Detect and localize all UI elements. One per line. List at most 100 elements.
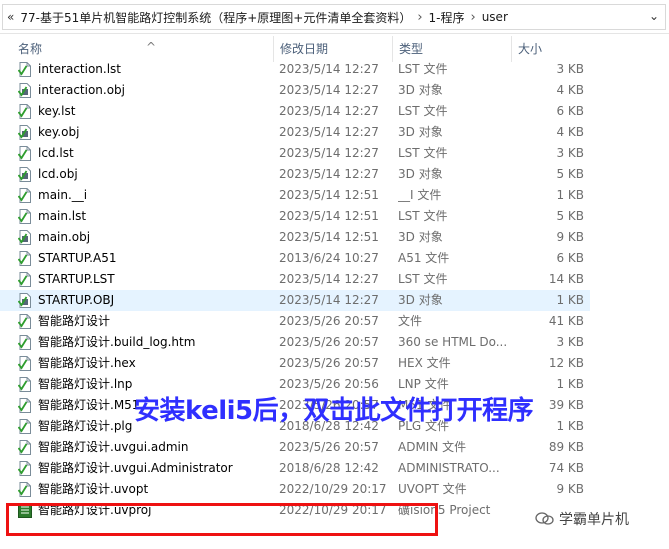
text-file-icon — [17, 251, 32, 266]
file-name: key.lst — [38, 104, 76, 118]
file-row[interactable]: 智能路灯设计.uvopt 2022/10/29 20:17 UVOPT 文件 9 KB — [0, 479, 590, 500]
file-name: interaction.lst — [38, 62, 122, 76]
text-file-icon — [17, 104, 32, 119]
file-row[interactable]: STARTUP.LST 2023/5/14 12:27 LST 文件 14 KB — [0, 269, 590, 290]
file-type: 3D 对象 — [398, 230, 443, 244]
file-type: LST 文件 — [398, 104, 448, 118]
watermark-text: 学霸单片机 — [559, 512, 629, 528]
object-file-icon — [17, 125, 32, 140]
text-file-icon — [17, 188, 32, 203]
file-date: 2023/5/14 12:27 — [279, 83, 379, 97]
text-file-icon — [17, 335, 32, 350]
file-row[interactable]: lcd.lst 2023/5/14 12:27 LST 文件 3 KB — [0, 143, 590, 164]
file-name: main.lst — [38, 209, 87, 223]
file-date: 2022/10/29 20:17 — [279, 482, 387, 496]
column-name-label: 名称 — [18, 42, 43, 56]
file-row[interactable]: STARTUP.A51 2013/6/24 10:27 A51 文件 6 KB — [0, 248, 590, 269]
highlight-box — [6, 503, 438, 536]
text-file-icon — [17, 209, 32, 224]
file-name: main.__i — [38, 188, 88, 202]
breadcrumb-folder[interactable]: 1-程序 — [429, 9, 465, 26]
file-type: HEX 文件 — [398, 356, 451, 370]
file-date: 2023/5/14 12:27 — [279, 272, 379, 286]
file-size: 3 KB — [556, 62, 584, 76]
text-file-icon — [17, 314, 32, 329]
text-file-icon — [17, 482, 32, 497]
file-size: 1 KB — [556, 188, 584, 202]
file-row[interactable]: 智能路灯设计.hex 2023/5/26 20:57 HEX 文件 12 KB — [0, 353, 590, 374]
file-type: 3D 对象 — [398, 83, 443, 97]
file-type: LST 文件 — [398, 272, 448, 286]
file-row[interactable]: main.__i 2023/5/14 12:51 __I 文件 1 KB — [0, 185, 590, 206]
file-size: 74 KB — [548, 461, 584, 475]
file-type: 3D 对象 — [398, 293, 443, 307]
file-row[interactable]: STARTUP.OBJ 2023/5/14 12:27 3D 对象 1 KB — [0, 290, 590, 311]
text-file-icon — [17, 377, 32, 392]
sort-ascending-icon: ^ — [146, 40, 157, 54]
file-date: 2023/5/14 12:27 — [279, 293, 379, 307]
file-type: 3D 对象 — [398, 125, 443, 139]
breadcrumb-separator-icon[interactable]: › — [417, 10, 422, 25]
file-type: __I 文件 — [398, 188, 442, 202]
file-name: lcd.lst — [38, 146, 74, 160]
history-back-icon[interactable]: « — [7, 10, 14, 24]
file-size: 9 KB — [556, 482, 584, 496]
file-row[interactable]: main.lst 2023/5/14 12:51 LST 文件 5 KB — [0, 206, 590, 227]
file-size: 4 KB — [556, 125, 584, 139]
file-date: 2023/5/14 12:27 — [279, 167, 379, 181]
file-date: 2023/5/14 12:27 — [279, 146, 379, 160]
file-size: 89 KB — [548, 440, 584, 454]
text-file-icon — [17, 398, 32, 413]
file-size: 4 KB — [556, 83, 584, 97]
file-row[interactable]: 智能路灯设计 2023/5/26 20:57 文件 41 KB — [0, 311, 590, 332]
file-row[interactable]: lcd.obj 2023/5/14 12:27 3D 对象 5 KB — [0, 164, 590, 185]
file-type: LST 文件 — [398, 209, 448, 223]
file-name: interaction.obj — [38, 83, 126, 97]
file-row[interactable]: interaction.obj 2023/5/14 12:27 3D 对象 4 KB — [0, 80, 590, 101]
text-file-icon — [17, 440, 32, 455]
file-name: STARTUP.A51 — [38, 251, 117, 265]
breadcrumb-folder[interactable]: 77-基于51单片机智能路灯控制系统（程序+原理图+元件清单全套资料） — [20, 9, 411, 26]
file-type: LST 文件 — [398, 62, 448, 76]
file-type: LST 文件 — [398, 146, 448, 160]
file-size: 41 KB — [548, 314, 584, 328]
file-type: 文件 — [398, 314, 423, 328]
file-row[interactable]: main.obj 2023/5/14 12:51 3D 对象 9 KB — [0, 227, 590, 248]
instruction-overlay-text: 安装keli5后，双击此文件打开程序 — [134, 396, 534, 426]
address-field[interactable]: « 77-基于51单片机智能路灯控制系统（程序+原理图+元件清单全套资料） › … — [2, 4, 666, 30]
text-file-icon — [17, 419, 32, 434]
file-type: ADMIN 文件 — [398, 440, 467, 454]
file-type: 3D 对象 — [398, 167, 443, 181]
file-date: 2023/5/26 20:57 — [279, 335, 379, 349]
file-name: 智能路灯设计 — [38, 314, 111, 328]
breadcrumb-folder[interactable]: user — [482, 10, 508, 24]
file-name: 智能路灯设计.uvgui.Administrator — [38, 461, 233, 475]
file-size: 5 KB — [556, 167, 584, 181]
text-file-icon — [17, 62, 32, 77]
file-size: 3 KB — [556, 146, 584, 160]
file-date: 2023/5/14 12:51 — [279, 230, 379, 244]
file-date: 2023/5/14 12:27 — [279, 62, 379, 76]
address-bar: « 77-基于51单片机智能路灯控制系统（程序+原理图+元件清单全套资料） › … — [0, 0, 669, 34]
breadcrumb-separator-icon[interactable]: › — [471, 10, 476, 25]
column-date-label: 修改日期 — [280, 42, 329, 56]
file-row[interactable]: key.lst 2023/5/14 12:27 LST 文件 6 KB — [0, 101, 590, 122]
file-size: 6 KB — [556, 104, 584, 118]
file-size: 5 KB — [556, 209, 584, 223]
file-date: 2023/5/26 20:57 — [279, 314, 379, 328]
file-name: lcd.obj — [38, 167, 78, 181]
column-type-label: 类型 — [399, 42, 424, 56]
file-name: STARTUP.OBJ — [38, 293, 115, 307]
file-date: 2013/6/24 10:27 — [279, 251, 379, 265]
file-size: 9 KB — [556, 230, 584, 244]
address-dropdown-icon[interactable]: ⌄ — [649, 9, 659, 23]
file-name: 智能路灯设计.hex — [38, 356, 136, 370]
file-type: A51 文件 — [398, 251, 450, 265]
file-date: 2023/5/14 12:51 — [279, 188, 379, 202]
file-name: 智能路灯设计.uvgui.admin — [38, 440, 189, 454]
file-row[interactable]: 智能路灯设计.uvgui.Administrator 2018/6/28 12:4… — [0, 458, 590, 479]
file-row[interactable]: interaction.lst 2023/5/14 12:27 LST 文件 3 KB — [0, 59, 590, 80]
file-row[interactable]: 智能路灯设计.uvgui.admin 2023/5/26 20:57 ADMIN 文… — [0, 437, 590, 458]
file-row[interactable]: 智能路灯设计.build_log.htm 2023/5/26 20:57 360 s… — [0, 332, 590, 353]
file-row[interactable]: key.obj 2023/5/14 12:27 3D 对象 4 KB — [0, 122, 590, 143]
